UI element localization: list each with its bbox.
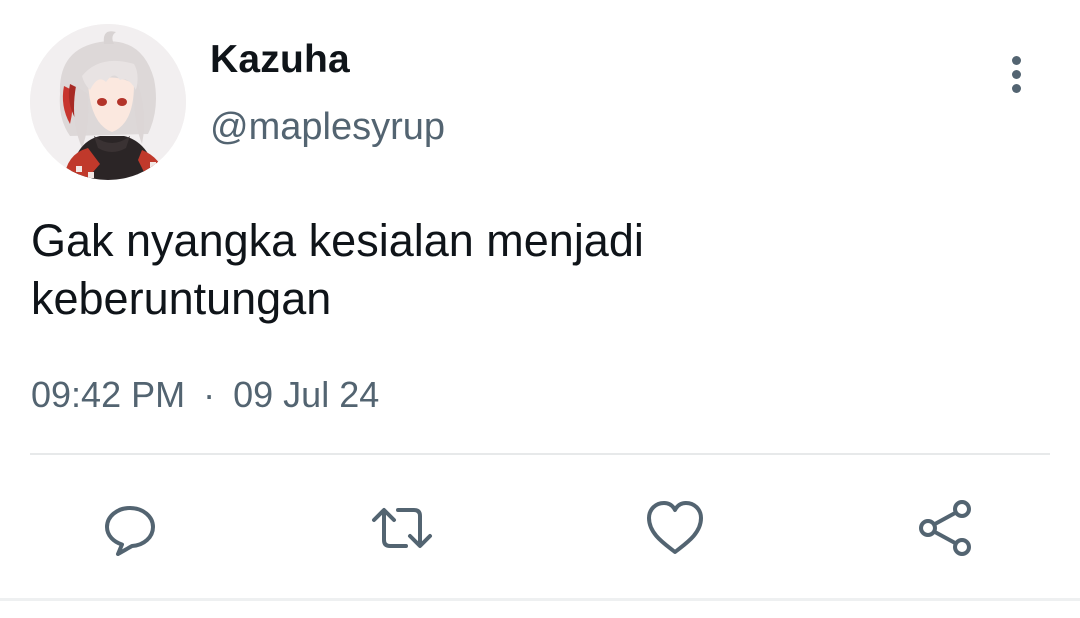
more-vertical-icon bbox=[1012, 56, 1021, 65]
display-name[interactable]: Kazuha bbox=[210, 38, 350, 82]
tweet-text: Gak nyangka kesialan menjadi keberuntung… bbox=[31, 215, 644, 324]
heart-icon bbox=[647, 501, 703, 554]
retweet-icon bbox=[372, 508, 432, 548]
avatar-illustration bbox=[30, 24, 186, 180]
user-handle[interactable]: @maplesyrup bbox=[210, 106, 445, 149]
tweet-date[interactable]: 09 Jul 24 bbox=[233, 374, 379, 415]
timestamp-separator: · bbox=[203, 374, 216, 415]
timestamp-row: 09:42 PM · 09 Jul 24 bbox=[31, 374, 379, 416]
retweet-button[interactable] bbox=[370, 496, 434, 560]
bottom-divider bbox=[0, 598, 1080, 601]
avatar[interactable] bbox=[30, 24, 186, 180]
like-button[interactable] bbox=[643, 496, 707, 560]
share-icon bbox=[919, 500, 971, 556]
more-options-button[interactable] bbox=[996, 54, 1038, 96]
more-vertical-icon-dot bbox=[1012, 70, 1021, 79]
tweet-card: Kazuha @maplesyrup Gak nyangka kesialan … bbox=[0, 0, 1080, 618]
tweet-time[interactable]: 09:42 PM bbox=[31, 374, 185, 415]
reply-icon bbox=[105, 506, 155, 556]
divider bbox=[30, 453, 1050, 455]
share-button[interactable] bbox=[914, 496, 978, 560]
more-vertical-icon-dot bbox=[1012, 84, 1021, 93]
reply-button[interactable] bbox=[98, 496, 162, 560]
